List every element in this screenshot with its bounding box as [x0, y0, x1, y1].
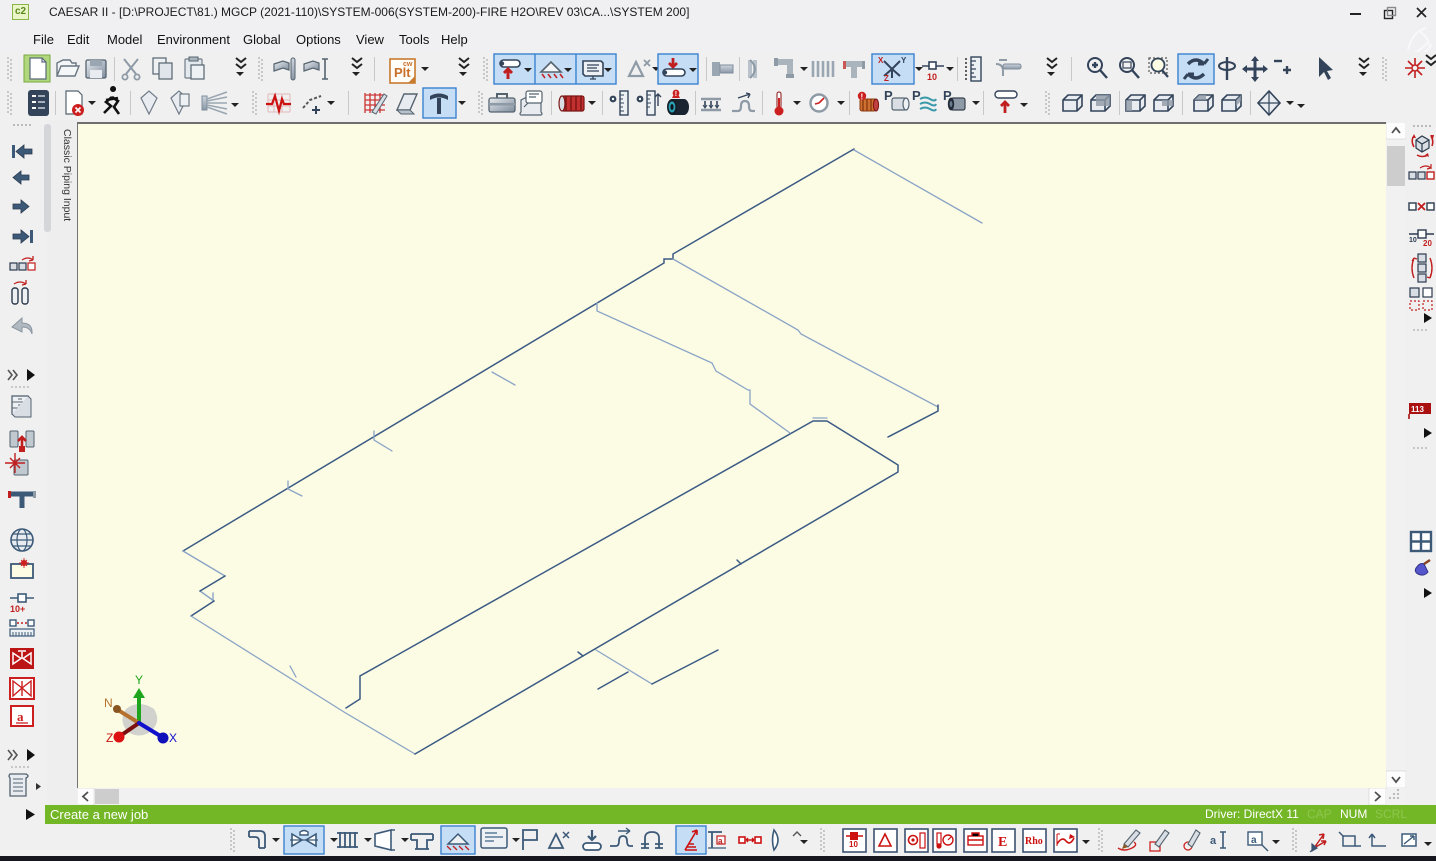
svg-text:!: !	[861, 93, 864, 102]
svg-text:113: 113	[1411, 405, 1424, 414]
svg-text:P: P	[912, 88, 921, 103]
svg-text:Z: Z	[884, 74, 889, 83]
svg-text:N: N	[104, 696, 113, 710]
svg-text:a: a	[1210, 835, 1217, 847]
svg-text:10: 10	[927, 72, 937, 82]
svg-text:10: 10	[1409, 237, 1417, 244]
svg-text:cw: cw	[403, 61, 413, 68]
svg-text:a: a	[718, 837, 723, 846]
svg-text:10: 10	[849, 840, 858, 849]
svg-text:Rho: Rho	[1025, 836, 1043, 847]
svg-text:Y: Y	[135, 673, 143, 687]
svg-text:20: 20	[1423, 239, 1432, 248]
svg-text:E: E	[998, 835, 1007, 850]
svg-text:X: X	[878, 56, 884, 65]
svg-text:Z: Z	[106, 731, 113, 745]
svg-text:!: !	[675, 91, 677, 98]
svg-text:a: a	[1251, 835, 1257, 846]
svg-text:a: a	[17, 709, 24, 724]
svg-text:X: X	[169, 731, 177, 745]
svg-text:Y: Y	[901, 56, 907, 65]
svg-text:10+: 10+	[10, 604, 25, 614]
